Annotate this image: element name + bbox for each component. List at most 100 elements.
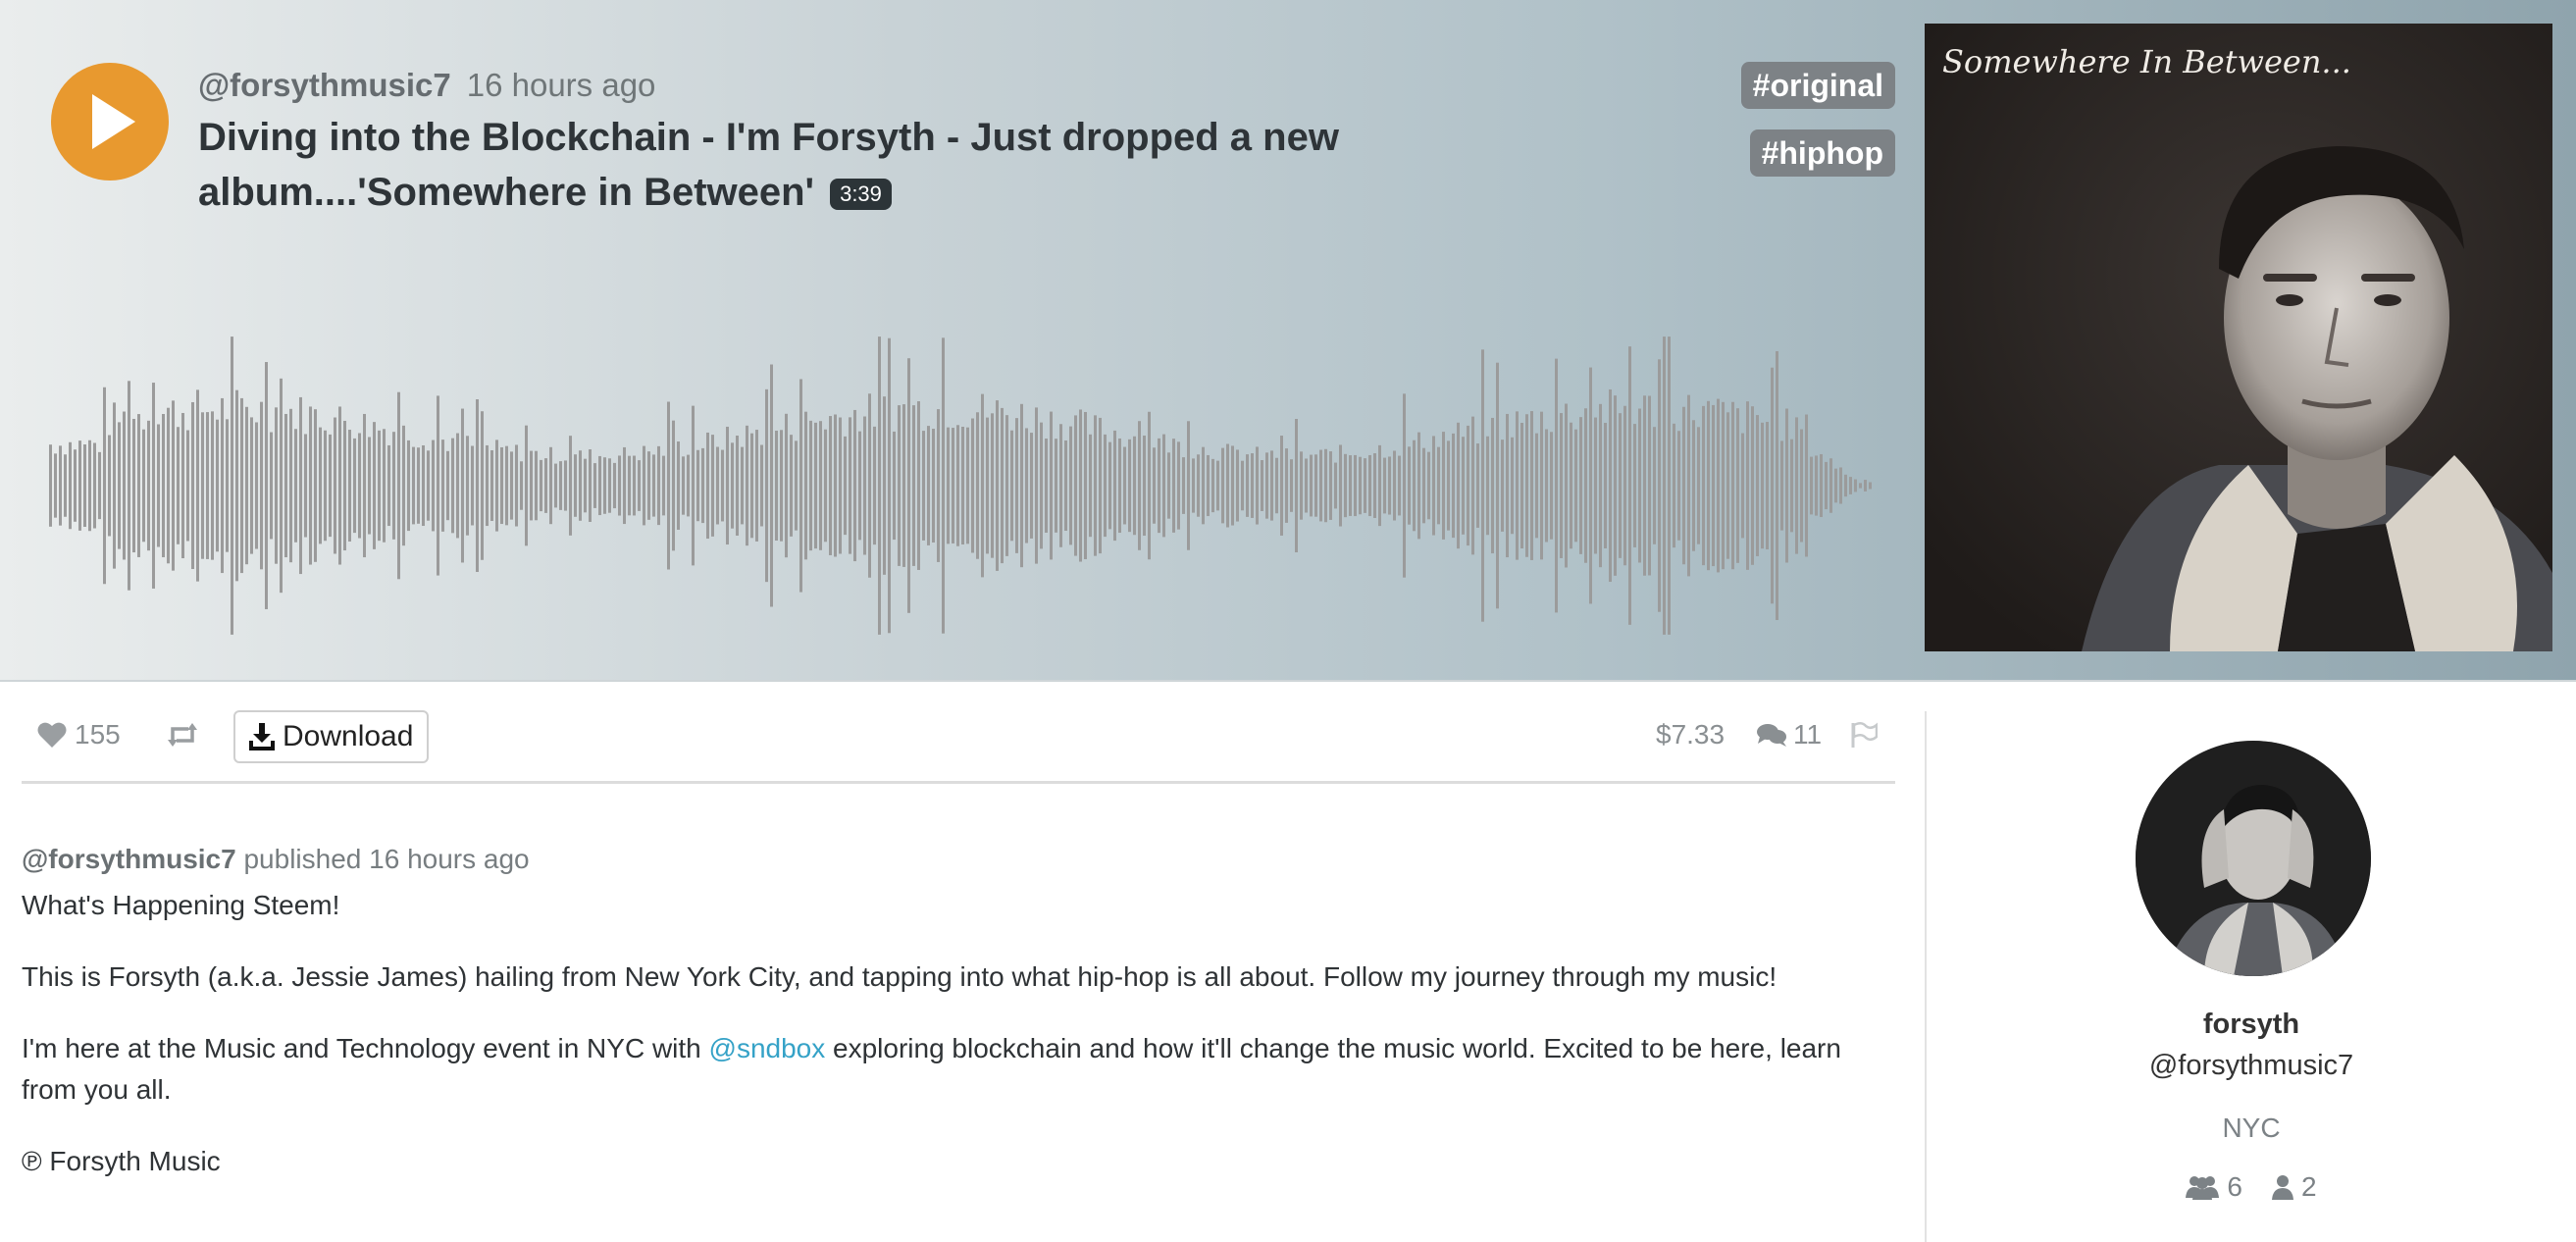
waveform-bar [255,422,258,549]
waveform-bar [868,393,871,578]
waveform-bar [1074,415,1077,556]
waveform-bar [137,414,140,557]
waveform-bar [662,455,665,516]
waveform-bar [1408,446,1411,525]
waveform-bar [329,434,332,538]
waveform-bar [1614,395,1617,576]
resteem-button[interactable] [167,708,198,761]
waveform-bar [1467,425,1469,546]
followers-stat[interactable]: 6 [2186,1171,2242,1203]
profile-handle[interactable]: @forsythmusic7 [1927,1050,2576,1082]
waveform-bar [1584,408,1587,563]
waveform-bar [628,455,631,516]
waveform-bar [623,446,626,525]
waveform-bar [88,440,91,532]
waveform-bar [412,446,415,525]
track-title-text[interactable]: Diving into the Blockchain - I'm Forsyth… [198,116,1339,214]
following-stat[interactable]: 2 [2272,1171,2317,1203]
payout-value[interactable]: $7.33 [1656,708,1725,761]
waveform-bar [334,417,336,554]
track-author-link[interactable]: @forsythmusic7 [198,67,451,103]
waveform-bar [1084,411,1087,560]
waveform-bar [1638,408,1641,563]
play-button[interactable] [51,63,169,181]
waveform-bar [853,409,856,562]
post-byline: @forsythmusic7 published 16 hours ago [22,844,1885,875]
track-meta: @forsythmusic7 16 hours ago [198,67,655,104]
waveform-bar [971,418,974,553]
waveform-bar [696,449,699,522]
waveform-bar [898,405,901,566]
waveform-bar [1108,441,1111,530]
flag-button[interactable] [1850,708,1878,761]
waveform-bar [1496,362,1499,609]
waveform-bar [1202,446,1205,525]
waveform[interactable] [49,324,1893,647]
waveform-bar [245,406,248,565]
waveform-bar [574,454,577,517]
avatar[interactable] [2136,741,2371,976]
download-button[interactable]: Download [233,710,430,763]
waveform-bar [785,413,788,558]
album-cover-title: Somewhere In Between... [1942,43,2351,80]
waveform-bar [1310,454,1313,517]
waveform-bar [912,405,915,566]
waveform-bar [1035,407,1038,564]
waveform-bar [1859,483,1862,489]
waveform-bar [1305,458,1308,513]
waveform-bar [383,429,386,543]
waveform-bar [795,440,798,531]
waveform-bar [1398,455,1401,516]
waveform-bar [1020,403,1023,568]
waveform-bar [1417,432,1420,540]
waveform-bar [1344,453,1347,518]
waveform-bar [1761,422,1764,549]
waveform-bar [270,432,273,540]
waveform-bar [878,336,881,635]
waveform-bar [1089,434,1092,538]
waveform-bar [1653,427,1656,544]
tag-hiphop[interactable]: #hiphop [1749,129,1895,177]
waveform-bar [721,449,724,522]
waveform-bar [809,420,812,551]
waveform-bar [1668,336,1671,635]
waveform-bar [1025,428,1028,543]
waveform-bar [1354,454,1357,517]
comments-button[interactable]: 11 [1756,708,1822,761]
post-paragraph: I'm here at the Music and Technology eve… [22,1028,1885,1111]
sndbox-link[interactable]: @sndbox [709,1033,826,1063]
waveform-bar [54,453,57,518]
profile-location: NYC [2222,1113,2281,1143]
heart-icon [37,722,67,748]
waveform-bar [422,444,425,527]
waveform-bar [1324,448,1327,523]
waveform-bar [319,427,322,544]
waveform-bar [358,433,361,539]
following-count: 2 [2301,1171,2317,1202]
track-time-ago: 16 hours ago [466,67,656,103]
waveform-bar [1275,457,1278,514]
waveform-bar [1800,429,1803,543]
waveform-bar [1780,440,1783,531]
waveform-bar [682,456,685,515]
post-author-link[interactable]: @forsythmusic7 [22,844,236,874]
waveform-bar [392,432,395,540]
waveform-bar [1834,468,1837,503]
waveform-bar [1079,409,1082,562]
waveform-bar [525,425,528,546]
waveform-bar [486,444,489,527]
waveform-bar [74,449,77,522]
waveform-bar [1388,456,1391,515]
profile-name[interactable]: forsyth [1927,1009,2576,1041]
waveform-bar [186,430,189,542]
waveform-bar [1207,454,1210,517]
waveform-bar [338,406,341,565]
waveform-bar [1854,479,1857,492]
tag-original[interactable]: #original [1740,62,1895,109]
waveform-bar [1437,446,1440,525]
waveform-bar [1623,405,1626,566]
waveform-bar [1516,411,1519,560]
like-button[interactable]: 155 [37,708,121,761]
waveform-bar [1673,423,1675,548]
waveform-bar [177,427,180,544]
